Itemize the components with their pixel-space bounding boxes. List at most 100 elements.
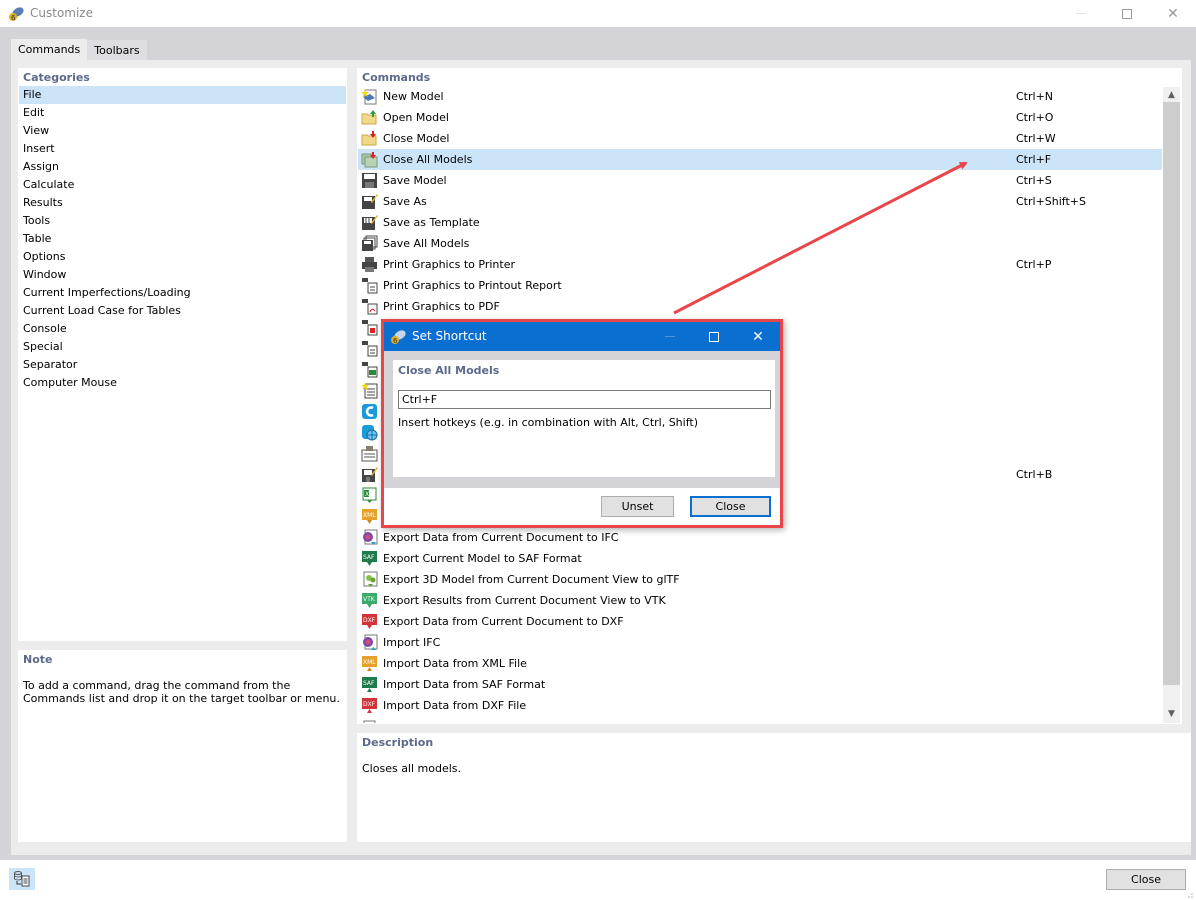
command-row[interactable]: Print Graphics to Printout Report: [358, 275, 1162, 296]
svg-text:XML: XML: [363, 512, 376, 519]
close-window-button[interactable]: ✕: [1150, 0, 1196, 27]
command-row[interactable]: Export Data from Current Document to IFC: [358, 527, 1162, 548]
minimize-button[interactable]: [1058, 0, 1104, 27]
dialog-close-button[interactable]: Close: [690, 496, 771, 517]
scroll-down-button[interactable]: ▼: [1163, 706, 1180, 721]
command-row[interactable]: SAF Export Current Model to SAF Format: [358, 548, 1162, 569]
command-row[interactable]: VTK Export Results from Current Document …: [358, 590, 1162, 611]
svg-text:DXF: DXF: [363, 701, 376, 708]
save-template-icon: [362, 215, 378, 230]
scroll-up-button[interactable]: ▲: [1163, 87, 1180, 102]
tab-commands[interactable]: Commands: [11, 39, 88, 60]
vtk-export-icon: VTK: [362, 593, 377, 608]
saf-export-icon: SAF: [362, 551, 377, 566]
category-item-current-load-case-for-tables[interactable]: Current Load Case for Tables: [19, 302, 346, 320]
command-label: Export Data from Current Document to IFC: [383, 531, 619, 544]
svg-text:SAF: SAF: [363, 554, 375, 561]
categories-panel: Categories File Edit View Insert Assign Calcu…: [18, 68, 347, 641]
command-row[interactable]: Print Graphics to Printer Ctrl+P: [358, 254, 1162, 275]
close-folder-icon: [361, 131, 377, 146]
command-shortcut: Ctrl+N: [1016, 90, 1054, 103]
category-item-computer-mouse[interactable]: Computer Mouse: [19, 374, 346, 392]
set-shortcut-body: Close All Models Insert hotkeys (e.g. in…: [384, 351, 780, 488]
svg-text:XML: XML: [363, 659, 376, 666]
category-item-file[interactable]: File: [19, 86, 346, 104]
description-text: Closes all models.: [362, 762, 462, 775]
commands-scrollbar[interactable]: ▲ ▼: [1163, 87, 1180, 723]
ifc-export-icon: [363, 529, 378, 545]
command-label: Export Current Model to SAF Format: [383, 552, 582, 565]
category-item-calculate[interactable]: Calculate: [19, 176, 346, 194]
unset-button[interactable]: Unset: [601, 496, 674, 517]
command-row[interactable]: Import IFC: [358, 632, 1162, 653]
command-label: Export 3D Model from Current Document Vi…: [383, 573, 680, 586]
category-item-current-imperfections-loading[interactable]: Current Imperfections/Loading: [19, 284, 346, 302]
export-icon: [363, 720, 376, 723]
command-label: New Model: [383, 90, 444, 103]
resize-grip[interactable]: [1186, 890, 1194, 898]
set-shortcut-panel: Close All Models Insert hotkeys (e.g. in…: [393, 360, 775, 477]
command-label: Import Data from XML File: [383, 657, 527, 670]
command-row[interactable]: DXF Import Data from DXF File: [358, 695, 1162, 716]
command-row[interactable]: Export 3D Model from Current Document Vi…: [358, 569, 1162, 590]
print-excel-icon: [362, 362, 378, 378]
command-shortcut: Ctrl+W: [1016, 132, 1056, 145]
command-row[interactable]: Save All Models: [358, 233, 1162, 254]
save-block-icon: [362, 467, 378, 482]
command-row[interactable]: DXF Export Data from Current Document to …: [358, 611, 1162, 632]
categories-header: Categories: [23, 71, 90, 84]
command-label: Save Model: [383, 174, 447, 187]
save-all-icon: [362, 235, 378, 251]
command-row[interactable]: Save As Ctrl+Shift+S: [358, 191, 1162, 212]
chevron-down-icon: ▼: [1168, 708, 1175, 719]
category-item-insert[interactable]: Insert: [19, 140, 346, 158]
dialog-close-x-button[interactable]: ✕: [736, 322, 780, 351]
close-button[interactable]: Close: [1106, 869, 1186, 890]
command-label: Close All Models: [383, 153, 473, 166]
command-row[interactable]: Print Graphics to PDF: [358, 296, 1162, 317]
tab-toolbars[interactable]: Toolbars: [87, 40, 147, 60]
database-report-button[interactable]: [9, 868, 35, 890]
command-label: Open Model: [383, 111, 449, 124]
command-label: Print Graphics to PDF: [383, 300, 500, 313]
dialog-minimize-button[interactable]: [648, 322, 692, 351]
note-text: To add a command, drag the command from …: [23, 679, 340, 705]
shortcut-hint: Insert hotkeys (e.g. in combination with…: [398, 416, 698, 429]
commands-header: Commands: [362, 71, 431, 84]
command-label: Import Data from DXF File: [383, 699, 527, 712]
command-shortcut: Ctrl+S: [1016, 174, 1052, 187]
description-panel: Description Closes all models.: [357, 733, 1191, 842]
command-row-partial[interactable]: [358, 716, 1162, 723]
category-item-options[interactable]: Options: [19, 248, 346, 266]
command-row[interactable]: XML Import Data from XML File: [358, 653, 1162, 674]
shortcut-input[interactable]: [398, 390, 771, 409]
command-row[interactable]: Save Model Ctrl+S: [358, 170, 1162, 191]
print-pdf-red-icon: [362, 320, 378, 336]
svg-text:SAF: SAF: [363, 680, 375, 687]
scroll-thumb[interactable]: [1163, 102, 1180, 685]
command-row[interactable]: Close All Models Ctrl+F: [358, 149, 1162, 170]
category-item-window[interactable]: Window: [19, 266, 346, 284]
category-item-tools[interactable]: Tools: [19, 212, 346, 230]
command-row[interactable]: SAF Import Data from SAF Format: [358, 674, 1162, 695]
window-title: Customize: [30, 6, 93, 20]
category-item-view[interactable]: View: [19, 122, 346, 140]
command-label: Save As: [383, 195, 427, 208]
minimize-icon: [665, 336, 675, 337]
command-shortcut: Ctrl+O: [1016, 111, 1054, 124]
command-row[interactable]: New Model Ctrl+N: [358, 86, 1162, 107]
command-label: Save All Models: [383, 237, 470, 250]
category-item-console[interactable]: Console: [19, 320, 346, 338]
maximize-button[interactable]: [1104, 0, 1150, 27]
category-item-table[interactable]: Table: [19, 230, 346, 248]
dxf-import-icon: DXF: [362, 698, 377, 713]
dialog-maximize-button[interactable]: [692, 322, 736, 351]
command-row[interactable]: Close Model Ctrl+W: [358, 128, 1162, 149]
command-row[interactable]: Open Model Ctrl+O: [358, 107, 1162, 128]
category-item-special[interactable]: Special: [19, 338, 346, 356]
category-item-edit[interactable]: Edit: [19, 104, 346, 122]
category-item-separator[interactable]: Separator: [19, 356, 346, 374]
category-item-results[interactable]: Results: [19, 194, 346, 212]
category-item-assign[interactable]: Assign: [19, 158, 346, 176]
command-row[interactable]: Save as Template: [358, 212, 1162, 233]
